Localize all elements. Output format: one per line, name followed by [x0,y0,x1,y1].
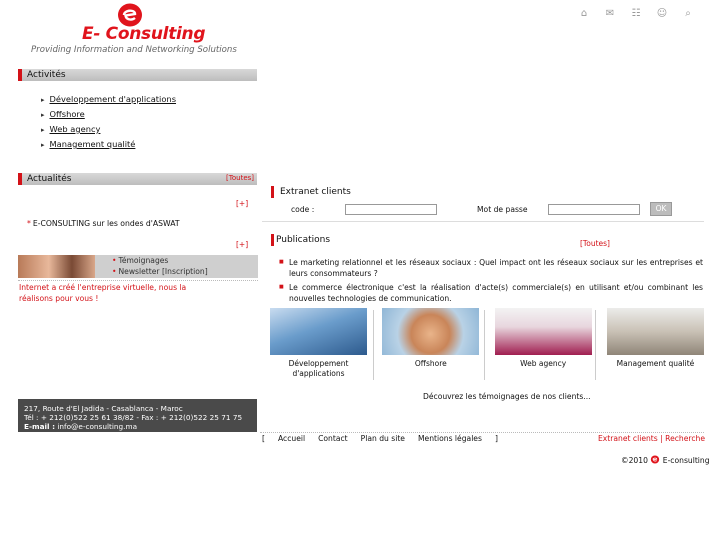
publications-bar [271,234,274,246]
small-logo-icon [651,455,660,464]
publication-item[interactable]: Le commerce électronique c'est la réalis… [279,282,703,304]
footer-extranet-link[interactable]: Extranet clients [598,434,658,443]
tile-offshore[interactable]: Offshore [382,308,480,380]
tile-image [270,308,367,355]
activite-item: Web agency [41,122,176,137]
actualites-more-2[interactable]: [+] [236,240,248,249]
temoignages-photo [18,255,95,278]
divider [484,310,485,380]
actualites-header: Actualités [Toutes] [18,173,257,185]
sitemap-icon[interactable]: ☷ [628,7,644,21]
activite-item: Développement d'applications [41,92,177,107]
tile-image [606,308,704,355]
email-line: E-mail : info@e-consulting.ma [24,422,257,431]
star-icon: * [27,219,31,228]
ok-button[interactable]: OK [650,202,672,216]
actualites-more-1[interactable]: [+] [236,199,248,208]
actualites-title: Actualités [27,174,72,184]
extranet-title: Extranet clients [280,187,351,197]
search-icon[interactable]: ⌕ [680,7,696,21]
tile-web-agency[interactable]: Web agency [494,308,592,380]
publications-list: Le marketing relationnel et les réseaux … [279,257,703,307]
extranet-bar [271,186,274,198]
discover-link[interactable]: Découvrez les témoignages de nos clients… [423,392,591,401]
divider [18,280,258,281]
footer-nav: [ Accueil Contact Plan du site Mentions léga… [262,434,511,443]
inscription-link[interactable]: [Inscription] [162,267,208,276]
tile-label: Offshore [414,359,447,368]
top-icon-bar: ⌂ ✉ ☷ ☺ ⌕ [576,6,696,22]
activites-list: Développement d'applications Offshore We… [41,92,177,152]
activites-header: Activités [18,69,257,81]
footer-sep: | [660,434,663,443]
activite-link[interactable]: Offshore [50,109,85,119]
divider [595,310,596,380]
footer-right: Extranet clients | Recherche [598,434,705,443]
phone-line: Tél : + 212(0)522 25 61 38/82 - Fax : + … [24,413,243,422]
password-label: Mot de passe [477,205,528,214]
email-link[interactable]: info@e-consulting.ma [57,422,137,431]
tile-label: Management qualité [616,359,695,368]
temoignages-link[interactable]: Témoignages [112,255,208,266]
bracket-open: [ [262,434,265,443]
activite-item: Offshore [41,107,176,122]
divider [262,221,704,222]
users-icon[interactable]: ☺ [654,7,670,21]
copyright-year: ©2010 [621,456,648,465]
logo-name[interactable]: E- Consulting [82,24,206,44]
tile-label: Web agency [520,359,567,368]
tile-management[interactable]: Management qualité [606,308,704,380]
tile-label: Développement d'applications [288,359,349,378]
publication-item[interactable]: Le marketing relationnel et les réseaux … [279,257,703,279]
activite-link[interactable]: Management qualité [50,139,136,149]
code-input[interactable] [345,204,437,215]
copyright-brand: E-consulting [662,456,710,465]
activite-item: Management qualité [41,137,176,152]
tile-image [494,308,592,355]
footer-link-accueil[interactable]: Accueil [278,434,305,443]
code-label: code : [291,205,315,214]
publications-title: Publications [276,235,331,245]
bracket-close: ] [494,434,498,443]
news-item[interactable]: * E-CONSULTING sur les ondes d'ASWAT [27,219,180,228]
address-block: 217, Route d'El Jadida - Casablanca - Ma… [18,399,257,432]
activite-link[interactable]: Web agency [50,124,101,134]
home-icon[interactable]: ⌂ [576,7,592,21]
logo-tagline: Providing Information and Networking Sol… [31,45,237,55]
copyright: ©2010 E-consulting [621,455,710,465]
footer-link-mentions[interactable]: Mentions légales [418,434,482,443]
divider [373,310,374,380]
tile-developpement[interactable]: Développement d'applications [270,308,367,380]
email-label: E-mail : [24,422,56,431]
footer-link-plan[interactable]: Plan du site [361,434,405,443]
news-item-label: E-CONSULTING sur les ondes d'ASWAT [32,219,180,228]
address-line: 217, Route d'El Jadida - Casablanca - Ma… [24,404,183,413]
newsletter-link[interactable]: Newsletter [118,267,159,276]
publications-all-link[interactable]: [Toutes] [580,239,610,248]
temoignages-links: Témoignages Newsletter [Inscription] [112,255,208,277]
mail-icon[interactable]: ✉ [602,7,618,21]
tile-image [382,308,480,355]
password-input[interactable] [548,204,640,215]
newsletter-row: Newsletter [Inscription] [112,266,208,277]
activite-link[interactable]: Développement d'applications [50,94,177,104]
footer-link-contact[interactable]: Contact [318,434,348,443]
promo-text: Internet a créé l'entreprise virtuelle, … [19,283,187,303]
activites-title: Activités [27,70,66,80]
actualites-all-link[interactable]: [Toutes] [226,173,254,183]
divider [260,432,704,433]
activity-tiles: Développement d'applications Offshore We… [270,308,704,380]
footer-recherche-link[interactable]: Recherche [665,434,705,443]
